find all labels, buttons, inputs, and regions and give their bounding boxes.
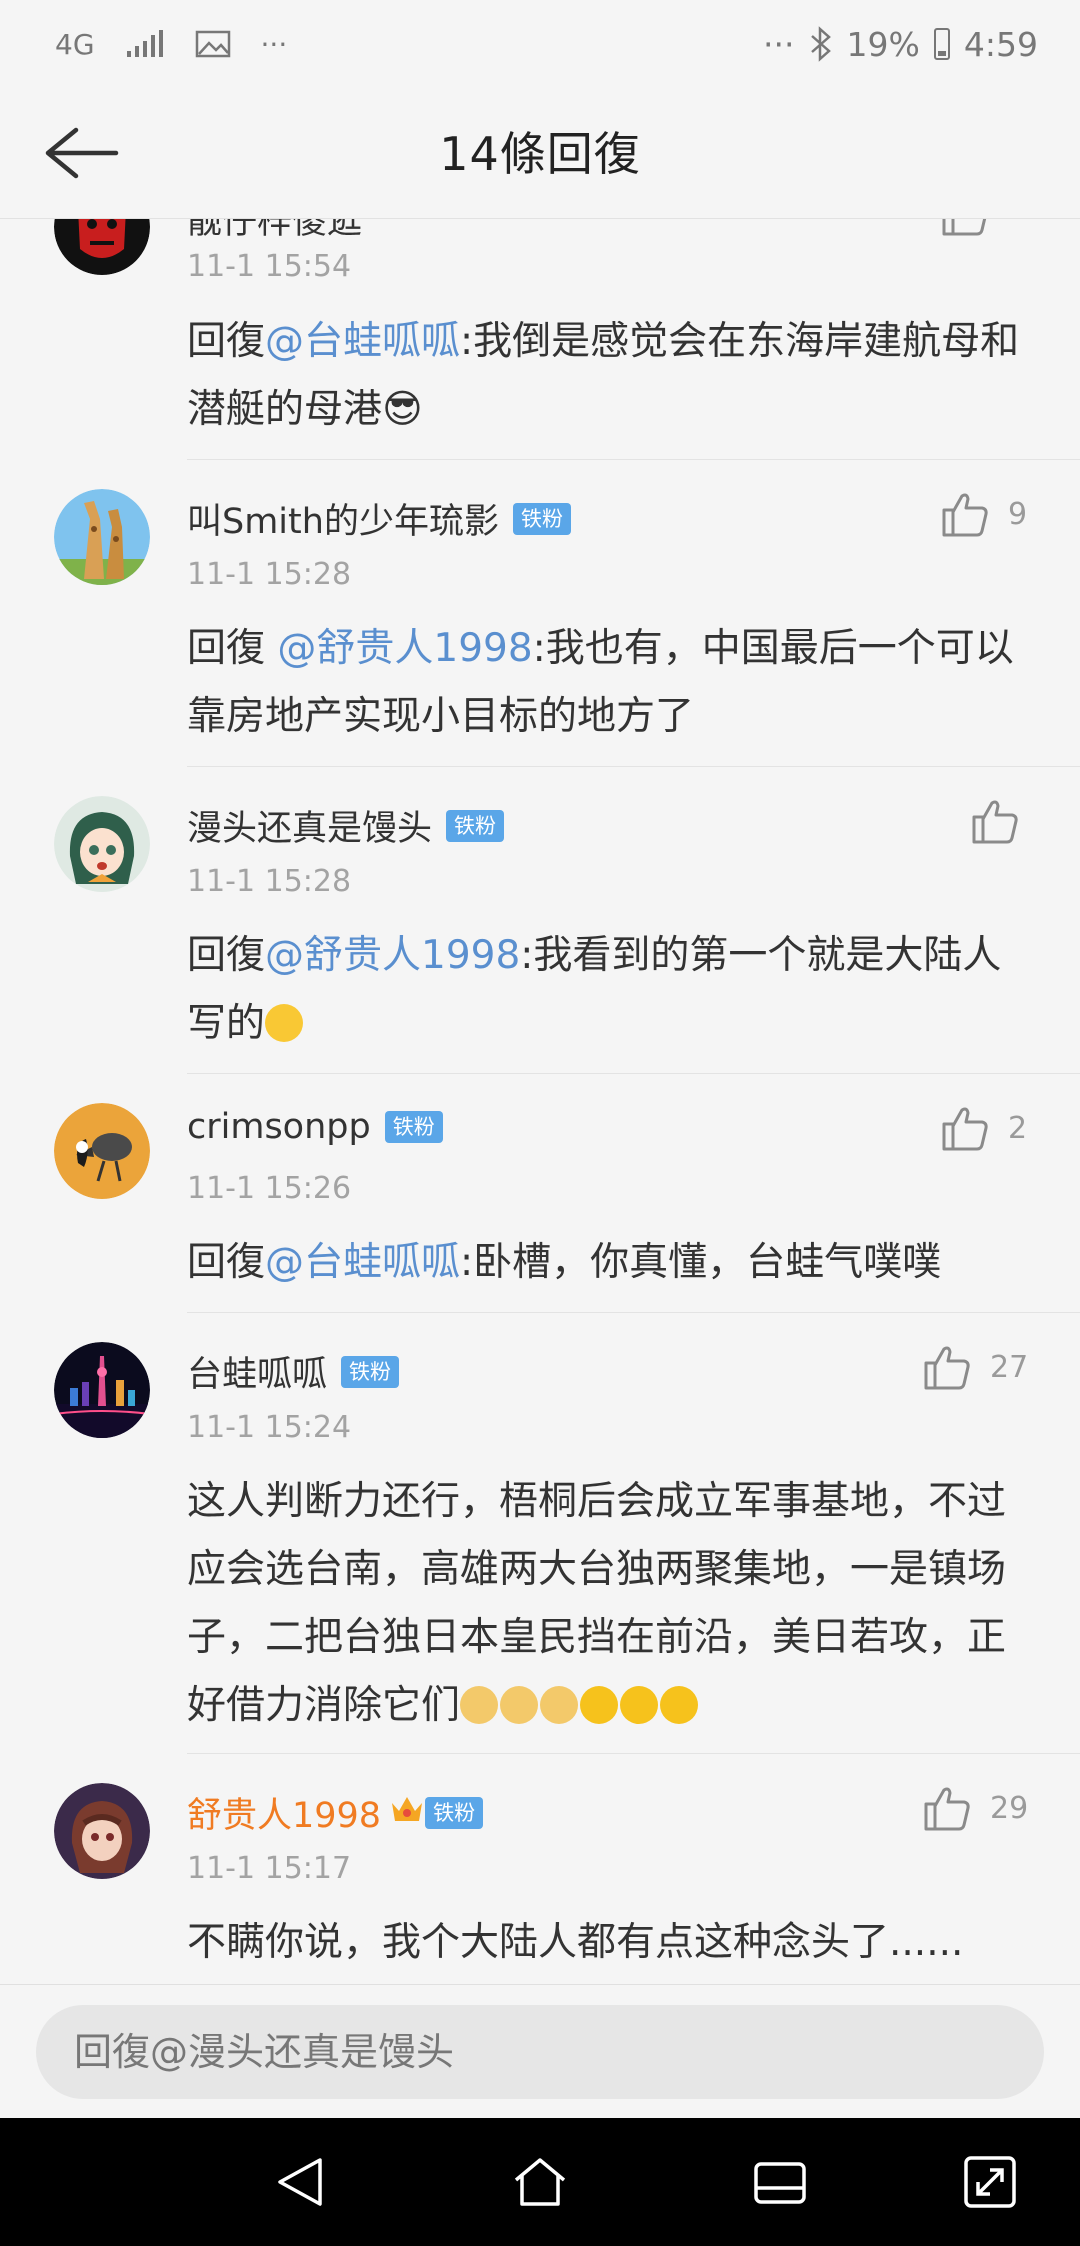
nav-recents-button[interactable] xyxy=(750,2152,810,2212)
fan-badge: 铁粉 xyxy=(341,1355,400,1388)
nav-recents-icon xyxy=(754,2162,806,2204)
doge-emoji-icon xyxy=(540,1686,579,1724)
username[interactable]: 舒贵人1998 铁粉 xyxy=(187,1787,484,1838)
comment-time: 11-1 15:28 xyxy=(187,864,352,899)
network-label: 4G xyxy=(55,27,95,61)
fan-badge: 铁粉 xyxy=(446,809,505,842)
nav-home-button[interactable] xyxy=(510,2152,570,2212)
like-button[interactable] xyxy=(970,797,1038,845)
like-count: 2 xyxy=(1008,1110,1028,1146)
more-notifications-icon: ··· xyxy=(260,27,288,61)
nav-back-icon xyxy=(278,2158,322,2206)
laughing-crying-emoji-icon xyxy=(580,1686,619,1724)
header: 14條回復 xyxy=(0,88,1080,219)
reply-bar xyxy=(0,1984,1080,2119)
system-nav-bar xyxy=(0,2118,1080,2246)
battery-percent: 19% xyxy=(846,24,920,64)
divider xyxy=(187,1753,1080,1754)
thumbs-up-icon xyxy=(942,1107,988,1151)
fan-badge: 铁粉 xyxy=(512,502,571,535)
avatar[interactable] xyxy=(54,796,150,892)
like-button[interactable]: 9 xyxy=(940,490,1027,538)
mention-link[interactable]: @舒贵人1998 xyxy=(265,933,520,978)
mention-link[interactable]: @台蛙呱呱 xyxy=(265,1240,460,1285)
username[interactable]: 叫Smith的少年琉影 铁粉 xyxy=(187,493,571,544)
laughing-crying-emoji-icon xyxy=(620,1686,659,1724)
username[interactable]: 靓仔梓傻逛 xyxy=(187,219,362,244)
like-count: 29 xyxy=(990,1790,1029,1826)
avatar[interactable] xyxy=(54,1342,150,1438)
image-icon xyxy=(195,30,230,58)
laughing-crying-emoji-icon xyxy=(660,1686,699,1724)
crying-emoji-icon xyxy=(265,1004,304,1042)
reply-input[interactable] xyxy=(36,2005,1044,2099)
username[interactable]: crimsonpp 铁粉 xyxy=(187,1107,443,1147)
mention-link[interactable]: @台蛙呱呱 xyxy=(265,319,460,364)
avatar[interactable] xyxy=(54,219,150,275)
like-button[interactable]: 27 xyxy=(922,1343,1028,1391)
comment-list[interactable]: 靓仔梓傻逛 11-1 15:54 回復@台蛙呱呱:我倒是感觉会在东海岸建航母和潜… xyxy=(0,219,1080,1984)
thumbs-up-icon xyxy=(924,1346,970,1390)
comment-content: 回復@台蛙呱呱:我倒是感觉会在东海岸建航母和潜艇的母港😎 xyxy=(187,319,1020,432)
clock: 4:59 xyxy=(963,24,1038,64)
thumbs-up-icon xyxy=(924,1787,970,1831)
doge-emoji-icon xyxy=(460,1686,499,1724)
username[interactable]: 台蛙呱呱 铁粉 xyxy=(187,1346,400,1397)
signal-icon xyxy=(126,30,163,57)
comment-content: 回復@舒贵人1998:我看到的第一个就是大陆人写的 xyxy=(187,933,1002,1046)
divider xyxy=(187,766,1080,767)
avatar[interactable] xyxy=(54,1103,150,1199)
mention-link[interactable]: @舒贵人1998 xyxy=(277,626,532,671)
like-count: 27 xyxy=(990,1349,1029,1385)
like-button[interactable] xyxy=(940,219,1008,237)
fan-badge: 铁粉 xyxy=(384,1111,443,1143)
doge-emoji-icon xyxy=(500,1686,539,1724)
divider xyxy=(187,1073,1080,1074)
avatar[interactable] xyxy=(54,489,150,585)
comment-content: 不瞒你说，我个大陆人都有点这种念头了...... xyxy=(187,1920,964,1965)
comment-time: 11-1 15:24 xyxy=(187,1410,352,1445)
thumbs-up-icon xyxy=(942,493,988,537)
nav-back-button[interactable] xyxy=(270,2152,330,2212)
avatar[interactable] xyxy=(54,1783,150,1879)
divider xyxy=(187,1312,1080,1313)
comment-content: 回復 @舒贵人1998:我也有，中国最后一个可以靠房地产实现小目标的地方了 xyxy=(187,626,1014,739)
comment-time: 11-1 15:54 xyxy=(187,249,352,284)
username[interactable]: 漫头还真是馒头 铁粉 xyxy=(187,800,505,851)
comment-content: 这人判断力还行，梧桐后会成立军事基地，不过应会选台南，高雄两大台独两聚集地，一是… xyxy=(187,1479,1007,1728)
like-button[interactable]: 29 xyxy=(922,1784,1028,1832)
divider xyxy=(187,459,1080,460)
more-status-icon: ··· xyxy=(763,24,795,64)
page-title: 14條回復 xyxy=(439,127,641,181)
bluetooth-icon xyxy=(810,26,831,62)
like-button[interactable]: 2 xyxy=(940,1104,1027,1152)
like-count: 9 xyxy=(1008,496,1028,532)
nav-home-icon xyxy=(514,2158,566,2206)
thumbs-up-icon xyxy=(972,800,1018,844)
thumbs-up-icon xyxy=(942,219,987,236)
battery-icon xyxy=(933,28,950,60)
comment-time: 11-1 15:26 xyxy=(187,1171,352,1206)
comment-time: 11-1 15:28 xyxy=(187,557,352,592)
fan-badge: 铁粉 xyxy=(425,1796,484,1829)
crown-icon xyxy=(389,1791,425,1834)
nav-expand-icon xyxy=(964,2156,1016,2208)
nav-expand-button[interactable] xyxy=(960,2152,1020,2212)
comment-time: 11-1 15:17 xyxy=(187,1851,352,1886)
comment-content: 回復@台蛙呱呱:卧槽，你真懂，台蛙气噗噗 xyxy=(187,1240,942,1285)
status-bar: 4G ··· ··· 19% 4:59 xyxy=(0,0,1080,88)
